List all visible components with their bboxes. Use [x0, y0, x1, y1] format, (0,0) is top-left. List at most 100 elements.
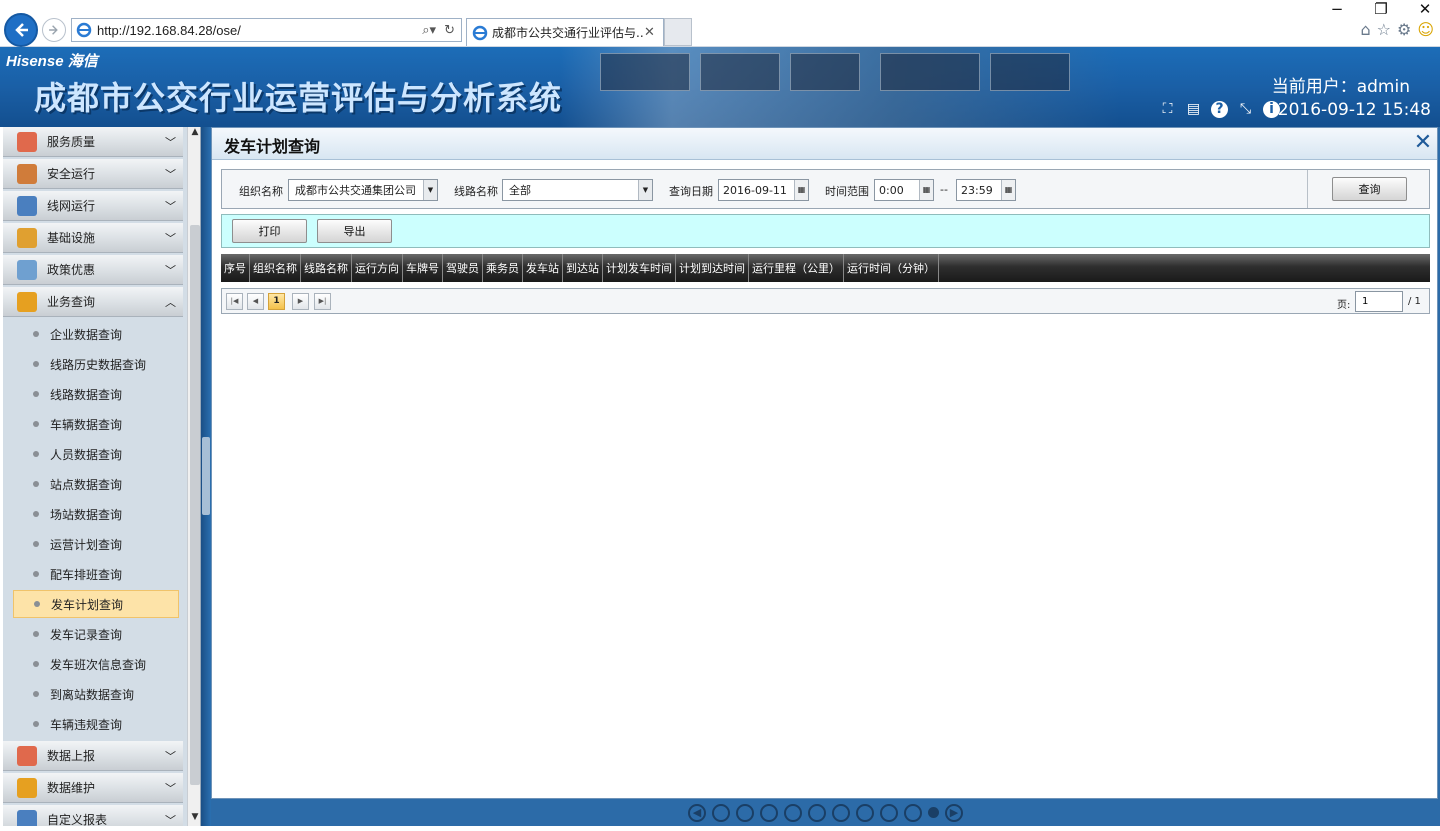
query-button[interactable]: 查询 [1332, 177, 1407, 201]
carousel-dot[interactable] [736, 803, 754, 822]
sidebar-item[interactable]: 人员数据查询 [13, 440, 179, 468]
column-header[interactable]: 计划到达时间 [676, 254, 749, 282]
column-header[interactable]: 乘务员 [483, 254, 523, 282]
chevron-down-icon[interactable]: ﹀ [165, 812, 183, 827]
search-icon[interactable]: ⌕▾ [422, 23, 436, 38]
calendar-icon[interactable]: ▦ [794, 180, 808, 200]
sidebar-item[interactable]: 运营计划查询 [13, 530, 179, 558]
close-window-button[interactable]: ✕ [1418, 0, 1432, 18]
help-icon[interactable]: ? [1211, 101, 1228, 118]
scroll-up-icon[interactable]: ▲ [188, 127, 200, 141]
carousel-dot[interactable] [832, 803, 850, 822]
sidebar-group[interactable]: 基础设施 ﹀ [3, 223, 183, 253]
time-from-input[interactable]: 0:00 ▦ [874, 179, 934, 201]
export-button[interactable]: 导出 [317, 219, 392, 243]
sidebar-group[interactable]: 线网运行 ﹀ [3, 191, 183, 221]
sidebar-item[interactable]: 发车计划查询 [13, 590, 179, 618]
column-header[interactable]: 驾驶员 [443, 254, 483, 282]
print-button[interactable]: 打印 [232, 219, 307, 243]
carousel-next-icon[interactable]: ▶ [945, 803, 963, 822]
org-select[interactable]: 成都市公共交通集团公司 ▼ [288, 179, 438, 201]
sidebar-item[interactable]: 企业数据查询 [13, 320, 179, 348]
restore-button[interactable]: ❐ [1374, 0, 1388, 18]
crop-icon[interactable]: ⛶ [1159, 101, 1176, 118]
prev-page-button[interactable]: ◀ [247, 293, 264, 310]
clock-icon[interactable]: ▦ [1001, 180, 1015, 200]
sidebar-item[interactable]: 线路数据查询 [13, 380, 179, 408]
resize-icon[interactable]: ⤡ [1237, 101, 1254, 118]
sidebar-item[interactable]: 线路历史数据查询 [13, 350, 179, 378]
sidebar-item[interactable]: 车辆违规查询 [13, 710, 179, 738]
browser-tab[interactable]: 成都市公共交通行业评估与... ✕ [466, 18, 664, 46]
carousel-dot[interactable] [928, 807, 939, 818]
new-tab-button[interactable] [664, 18, 692, 46]
chevron-down-icon[interactable]: ﹀ [165, 166, 183, 182]
page-input[interactable]: 1 [1355, 291, 1403, 312]
clock-icon[interactable]: ▦ [919, 180, 933, 200]
sidebar-item[interactable]: 场站数据查询 [13, 500, 179, 528]
column-header[interactable]: 运行里程（公里） [749, 254, 844, 282]
scroll-down-icon[interactable]: ▼ [188, 812, 200, 826]
sidebar-splitter[interactable] [201, 127, 211, 826]
line-select[interactable]: 全部 ▼ [502, 179, 653, 201]
carousel-dot[interactable] [880, 803, 898, 822]
chevron-down-icon[interactable]: ▼ [423, 180, 437, 200]
page-current[interactable]: 1 [268, 293, 285, 310]
carousel-dot[interactable] [856, 803, 874, 822]
carousel-prev-icon[interactable]: ◀ [688, 803, 706, 822]
scroll-thumb[interactable] [190, 225, 200, 785]
chevron-up-icon[interactable]: ︿ [165, 294, 183, 310]
column-header[interactable]: 序号 [221, 254, 250, 282]
column-header[interactable]: 运行时间（分钟） [844, 254, 939, 282]
home-icon[interactable]: ⌂ [1360, 20, 1370, 39]
settings-icon[interactable]: ⚙ [1397, 20, 1411, 39]
sidebar-item[interactable]: 到离站数据查询 [13, 680, 179, 708]
first-page-button[interactable]: |◀ [226, 293, 243, 310]
column-header[interactable]: 线路名称 [301, 254, 352, 282]
column-header[interactable]: 组织名称 [250, 254, 301, 282]
sidebar-scrollbar[interactable]: ▲ ▼ [187, 127, 200, 826]
sidebar-group[interactable]: 业务查询 ︿ [3, 287, 183, 317]
column-header[interactable]: 车牌号 [403, 254, 443, 282]
sidebar-group[interactable]: 自定义报表 ﹀ [3, 805, 183, 826]
date-input[interactable]: 2016-09-11 ▦ [718, 179, 809, 201]
sidebar-group[interactable]: 政策优惠 ﹀ [3, 255, 183, 285]
chevron-down-icon[interactable]: ﹀ [165, 134, 183, 150]
star-icon[interactable]: ☆ [1377, 20, 1391, 39]
chevron-down-icon[interactable]: ﹀ [165, 780, 183, 796]
sidebar-group[interactable]: 安全运行 ﹀ [3, 159, 183, 189]
splitter-grip[interactable] [202, 437, 210, 515]
sidebar-item[interactable]: 发车班次信息查询 [13, 650, 179, 678]
chevron-down-icon[interactable]: ▼ [638, 180, 652, 200]
sidebar-item[interactable]: 车辆数据查询 [13, 410, 179, 438]
carousel-dot[interactable] [712, 803, 730, 822]
carousel-dot[interactable] [808, 803, 826, 822]
keyboard-icon[interactable]: ▤ [1185, 101, 1202, 118]
time-to-input[interactable]: 23:59 ▦ [956, 179, 1016, 201]
chevron-down-icon[interactable]: ﹀ [165, 262, 183, 278]
column-header[interactable]: 计划发车时间 [603, 254, 676, 282]
chevron-down-icon[interactable]: ﹀ [165, 230, 183, 246]
next-page-button[interactable]: ▶ [292, 293, 309, 310]
sidebar-item[interactable]: 站点数据查询 [13, 470, 179, 498]
column-header[interactable]: 到达站 [563, 254, 603, 282]
carousel-dot[interactable] [904, 803, 922, 822]
sidebar-group[interactable]: 数据维护 ﹀ [3, 773, 183, 803]
back-button[interactable] [4, 13, 38, 47]
address-bar[interactable]: http://192.168.84.28/ose/ ⌕▾ ↻ [71, 18, 462, 42]
refresh-icon[interactable]: ↻ [444, 23, 455, 38]
carousel-dot[interactable] [760, 803, 778, 822]
sidebar-group[interactable]: 服务质量 ﹀ [3, 127, 183, 157]
chevron-down-icon[interactable]: ﹀ [165, 748, 183, 764]
smiley-icon[interactable]: ☺ [1417, 20, 1434, 39]
carousel-dot[interactable] [784, 803, 802, 822]
minimize-button[interactable]: − [1330, 0, 1344, 18]
column-header[interactable]: 发车站 [523, 254, 563, 282]
close-icon[interactable]: ✕ [1411, 131, 1435, 155]
chevron-down-icon[interactable]: ﹀ [165, 198, 183, 214]
sidebar-item[interactable]: 配车排班查询 [13, 560, 179, 588]
sidebar-item[interactable]: 发车记录查询 [13, 620, 179, 648]
sidebar-group[interactable]: 数据上报 ﹀ [3, 741, 183, 771]
last-page-button[interactable]: ▶| [314, 293, 331, 310]
tab-close-icon[interactable]: ✕ [644, 25, 658, 40]
